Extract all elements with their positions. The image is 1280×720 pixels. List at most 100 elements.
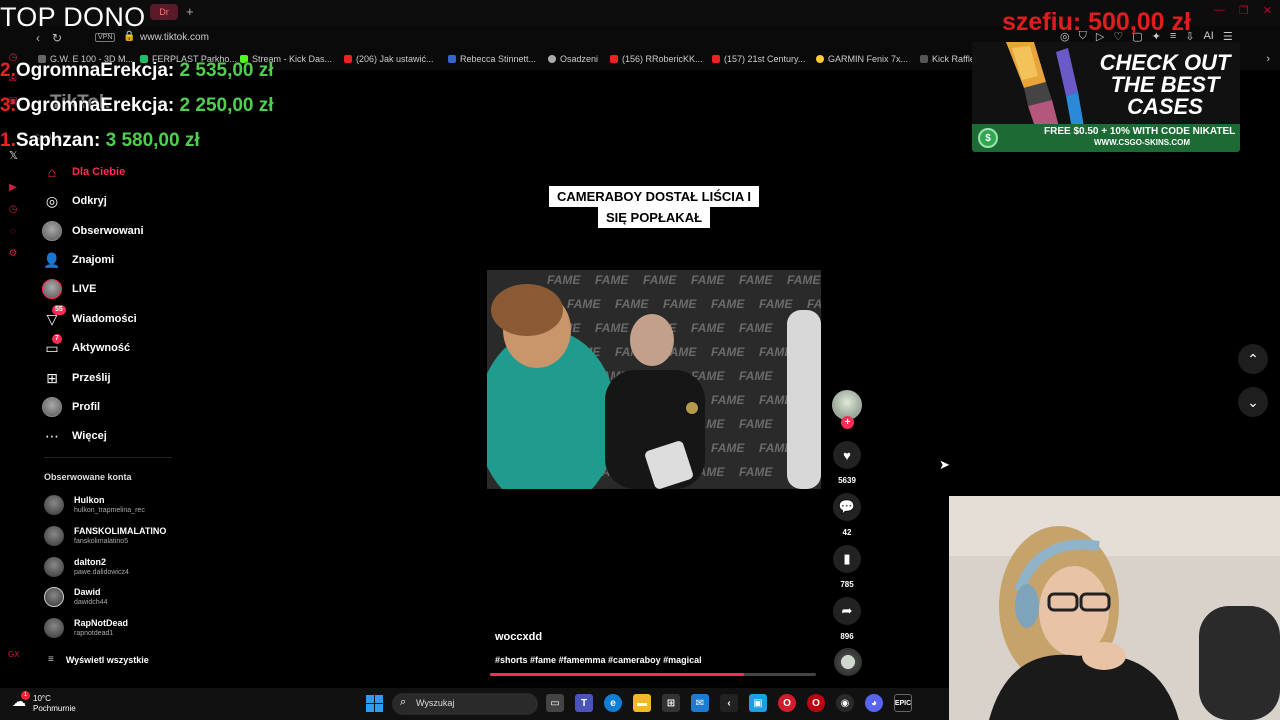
follow-plus-icon[interactable]: + <box>841 416 854 429</box>
like-button[interactable]: ♥ <box>833 441 861 469</box>
sidebar-item-more[interactable]: ⋯ Więcej <box>42 424 107 448</box>
coin-icon: $ <box>978 128 998 148</box>
app-icon[interactable]: ‹ <box>720 694 738 712</box>
messages-badge: 55 <box>52 305 66 315</box>
backdrop-word: FAME <box>567 297 601 311</box>
mail-app-icon[interactable]: ✉ <box>691 694 709 712</box>
video-frame: FAME FAME FAME FAME FAME FAME FAME FAME FAME FAME… <box>487 270 821 489</box>
avatar <box>44 587 64 607</box>
avatar <box>42 397 62 417</box>
minimize-icon[interactable]: — <box>1214 4 1225 17</box>
back-icon[interactable]: ‹ <box>36 31 40 45</box>
folder-icon[interactable]: ▬ <box>633 694 651 712</box>
backdrop-word: FAME <box>643 273 677 287</box>
backdrop-word: FAME <box>711 297 745 311</box>
following-account[interactable]: Hulkon hulkon_trapmelina_rec <box>44 495 145 515</box>
bookmark-icon: ▮ <box>843 551 851 566</box>
sidebar-item-friends[interactable]: 👤 Znajomi <box>42 248 114 272</box>
avatar <box>42 221 62 241</box>
following-account[interactable]: FANSKOLIMALATINO fanskolimalatino5 <box>44 526 166 546</box>
backdrop-word: FAME <box>759 297 793 311</box>
discord-icon[interactable]: ◕ <box>865 694 883 712</box>
backdrop-word: FAME <box>739 321 773 335</box>
upload-icon: ⊞ <box>46 369 58 386</box>
ad-promo-text: FREE $0.50 + 10% WITH CODE NIKATEL <box>1044 126 1236 137</box>
epic-games-icon[interactable]: EPIC <box>894 694 912 712</box>
previous-video-button[interactable]: ⌃ <box>1238 344 1268 374</box>
ad-site-text: WWW.CSGO-SKINS.COM <box>1094 138 1190 147</box>
windows-start-icon[interactable] <box>366 695 383 712</box>
bookmark-item[interactable]: (157) 21st Century... <box>712 54 805 64</box>
video-player[interactable]: FAME FAME FAME FAME FAME FAME FAME FAME FAME FAME… <box>487 270 821 489</box>
video-author[interactable]: woccxdd <box>495 631 542 643</box>
sidebar-item-for-you[interactable]: ⌂ Dla Ciebie <box>42 160 125 184</box>
avatar <box>44 618 64 638</box>
chevron-down-icon: ⌄ <box>1247 393 1259 410</box>
sidebar-item-following[interactable]: Obserwowani <box>42 219 144 243</box>
see-all-button[interactable]: ≡ Wyświetl wszystkie <box>48 654 149 665</box>
video-hashtags[interactable]: #shorts #fame #famemma #cameraboy #magic… <box>495 655 702 665</box>
ad-title: CHECK OUT THE BEST CASES <box>1099 50 1231 119</box>
sidebar-item-profile[interactable]: Profil <box>42 395 100 419</box>
vpn-badge[interactable]: VPN <box>95 33 116 42</box>
edge-icon[interactable]: e <box>604 694 622 712</box>
following-account[interactable]: dalton2 pawe.dalidowicz4 <box>44 557 129 577</box>
bookmark-item[interactable]: GARMIN Fenix 7x... <box>816 54 908 64</box>
list-icon: ≡ <box>48 654 54 665</box>
opera-gx-icon[interactable]: O <box>807 694 825 712</box>
store-icon[interactable]: ⊞ <box>662 694 680 712</box>
save-count: 785 <box>840 580 854 589</box>
nav-buttons: ‹ ↻ <box>36 31 62 45</box>
browser-sidebar-lower: ▶ ◷ ◌ ⚙ <box>4 182 22 270</box>
new-tab-button[interactable]: + <box>186 4 194 19</box>
save-button[interactable]: ▮ <box>833 545 861 573</box>
bookmark-item[interactable]: (206) Jak ustawić... <box>344 54 434 64</box>
url-field[interactable]: www.tiktok.com <box>140 32 209 43</box>
chevron-right-icon[interactable]: › <box>1266 53 1270 65</box>
taskbar-apps: ▭ T e ▬ ⊞ ✉ ‹ ▣ O O ◉ ◕ EPIC <box>546 694 912 712</box>
sidebar-item-live[interactable]: LIVE <box>42 277 96 301</box>
like-count: 5639 <box>838 476 856 485</box>
weather-widget[interactable]: 10°C Pochmurnie <box>33 694 76 714</box>
search-icon: ⌕ <box>400 696 407 708</box>
video-caption: CAMERABOY DOSTAŁ LIŚCIA I SIĘ POPŁAKAŁ <box>534 186 774 228</box>
comment-button[interactable]: 💬 <box>833 493 861 521</box>
settings-icon[interactable]: ⚙ <box>9 248 18 259</box>
following-account[interactable]: RapNotDead rapnotdead1 <box>44 618 128 638</box>
window-app-icon[interactable]: ▣ <box>749 694 767 712</box>
video-progress-bar[interactable] <box>490 673 816 676</box>
share-count: 896 <box>840 632 854 641</box>
sidebar-item-explore[interactable]: ◎ Odkryj <box>42 189 107 213</box>
clock-icon[interactable]: ◷ <box>9 204 18 215</box>
following-account[interactable]: Dawid dawidch44 <box>44 587 107 607</box>
messenger-icon[interactable]: ◌ <box>10 226 16 237</box>
close-icon[interactable]: ✕ <box>1263 4 1272 17</box>
bookmark-item[interactable]: Kick Raffle <box>920 54 975 64</box>
music-disc-icon[interactable] <box>834 648 862 676</box>
sidebar-item-upload[interactable]: ⊞ Prześlij <box>42 366 110 390</box>
ad-banner[interactable]: CHECK OUT THE BEST CASES $ FREE $0.50 + … <box>972 42 1240 152</box>
backdrop-word: FAME <box>615 297 649 311</box>
task-view-icon[interactable]: ▭ <box>546 694 564 712</box>
bookmark-item[interactable]: Osadzeni <box>548 54 598 64</box>
reload-icon[interactable]: ↻ <box>52 31 62 45</box>
player-icon[interactable]: ▶ <box>9 182 17 193</box>
bookmark-item[interactable]: (156) RRobericKK... <box>610 54 703 64</box>
activity-icon: ▭ 7 <box>42 334 62 358</box>
opera-icon[interactable]: O <box>778 694 796 712</box>
ranking-row: 3.OgromnaErekcja: 2 250,00 zł <box>0 95 274 116</box>
weather-badge: 1 <box>21 691 30 700</box>
backdrop-word: FAME <box>595 273 629 287</box>
maximize-icon[interactable]: ❐ <box>1239 4 1249 17</box>
sidebar-item-activity[interactable]: ▭ 7 Aktywność <box>42 334 130 360</box>
bookmark-item[interactable]: Rebecca Stinnett... <box>448 54 536 64</box>
next-video-button[interactable]: ⌄ <box>1238 387 1268 417</box>
sidebar-item-messages[interactable]: ▽ 55 Wiadomości <box>42 305 137 331</box>
share-button[interactable]: ➦ <box>833 597 861 625</box>
taskbar-search[interactable]: ⌕ Wyszukaj <box>392 693 538 715</box>
teams-icon[interactable]: T <box>575 694 593 712</box>
friends-icon: 👤 <box>43 251 61 268</box>
active-tab[interactable]: Dr <box>150 4 178 20</box>
gx-icon[interactable]: GX <box>8 650 20 659</box>
browser-icon[interactable]: ◉ <box>836 694 854 712</box>
